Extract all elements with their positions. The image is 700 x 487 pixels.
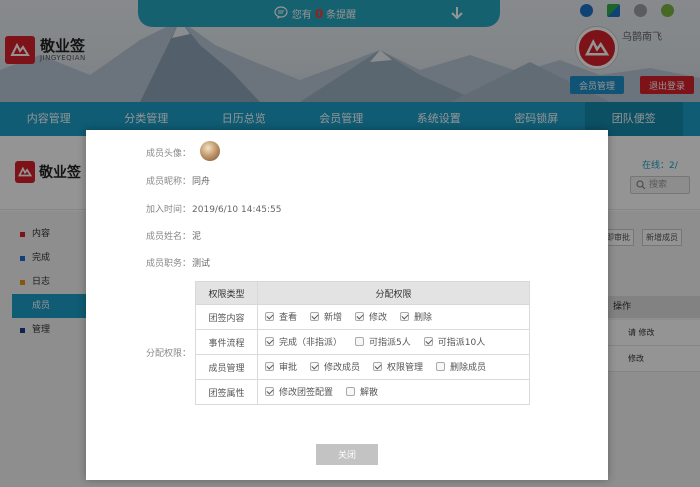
- permission-option-label: 审批: [279, 363, 298, 373]
- permission-option-label: 删除: [414, 313, 433, 323]
- checkbox-checked-icon[interactable]: [355, 312, 365, 321]
- member-detail-dialog: 成员头像： 成员昵称：同舟 加入时间：2019/6/10 14:45:55 成员…: [86, 130, 608, 480]
- permission-row: 成员管理 审批 修改成员 权限管理 删除成员: [195, 354, 530, 380]
- permission-option[interactable]: 修改成员: [310, 360, 360, 373]
- permission-row: 事件流程 完成（非指派） 可指派5人 可指派10人: [195, 329, 530, 355]
- checkbox-checked-icon[interactable]: [423, 337, 433, 346]
- permission-type: 事件流程: [195, 329, 258, 355]
- checkbox-checked-icon[interactable]: [310, 362, 320, 371]
- permission-option-label: 可指派5人: [369, 338, 411, 348]
- permission-option[interactable]: 完成（非指派）: [265, 335, 342, 348]
- join-time-value: 2019/6/10 14:45:55: [192, 205, 282, 215]
- permission-option[interactable]: 修改团签配置: [265, 385, 333, 398]
- field-name: 成员姓名：泥: [146, 232, 202, 242]
- permission-option[interactable]: 删除成员: [436, 360, 486, 373]
- member-avatar: [200, 141, 220, 161]
- permission-option-label: 修改: [369, 313, 388, 323]
- name-value: 泥: [192, 232, 202, 242]
- field-nickname: 成员昵称：同舟: [146, 177, 211, 187]
- permission-option-label: 可指派10人: [437, 338, 486, 348]
- checkbox-unchecked-icon[interactable]: [436, 362, 446, 371]
- permission-option-label: 完成（非指派）: [279, 338, 343, 348]
- close-button[interactable]: 关闭: [316, 444, 378, 465]
- assigned-permission-header: 分配权限: [257, 281, 530, 305]
- permission-option[interactable]: 可指派10人: [423, 335, 486, 348]
- permission-option[interactable]: 查看: [265, 310, 297, 323]
- permission-type-header: 权限类型: [195, 281, 258, 305]
- permission-row: 团签属性 修改团签配置 解散: [195, 379, 530, 405]
- permission-options: 完成（非指派） 可指派5人 可指派10人: [257, 329, 530, 355]
- permission-option-label: 查看: [279, 313, 298, 323]
- permission-option[interactable]: 新增: [310, 310, 342, 323]
- checkbox-checked-icon[interactable]: [265, 387, 274, 396]
- field-join-time: 加入时间：2019/6/10 14:45:55: [146, 205, 282, 215]
- permission-option[interactable]: 修改: [355, 310, 387, 323]
- permission-label: 分配权限：: [146, 349, 192, 359]
- permission-row: 团签内容 查看 新增 修改 删除: [195, 304, 530, 330]
- permission-options: 修改团签配置 解散: [257, 379, 530, 405]
- permission-option[interactable]: 可指派5人: [355, 335, 411, 348]
- permission-type: 团签内容: [195, 304, 258, 330]
- permission-option-label: 修改成员: [324, 363, 361, 373]
- permission-option-label: 修改团签配置: [279, 388, 334, 398]
- checkbox-checked-icon[interactable]: [373, 362, 383, 371]
- permission-type: 团签属性: [195, 379, 258, 405]
- permission-option[interactable]: 权限管理: [373, 360, 423, 373]
- checkbox-checked-icon[interactable]: [310, 312, 320, 321]
- permission-option-label: 新增: [324, 313, 343, 323]
- checkbox-checked-icon[interactable]: [265, 337, 274, 346]
- permission-option[interactable]: 审批: [265, 360, 297, 373]
- permission-option[interactable]: 解散: [346, 385, 378, 398]
- permission-option[interactable]: 删除: [400, 310, 432, 323]
- field-avatar: 成员头像：: [146, 149, 192, 159]
- permission-options: 查看 新增 修改 删除: [257, 304, 530, 330]
- nickname-value: 同舟: [192, 177, 211, 187]
- permission-option-label: 权限管理: [387, 363, 424, 373]
- position-value: 测试: [192, 259, 211, 269]
- permission-option-label: 解散: [360, 388, 379, 398]
- permission-type: 成员管理: [195, 354, 258, 380]
- field-position: 成员职务：测试: [146, 259, 211, 269]
- checkbox-unchecked-icon[interactable]: [346, 387, 356, 396]
- checkbox-unchecked-icon[interactable]: [355, 337, 365, 346]
- permission-options: 审批 修改成员 权限管理 删除成员: [257, 354, 530, 380]
- permission-table: 权限类型 分配权限 团签内容 查看 新增 修改 删除事件流程 完成（非指派） 可指派5人 可指…: [195, 281, 530, 405]
- checkbox-checked-icon[interactable]: [265, 362, 274, 371]
- checkbox-checked-icon[interactable]: [400, 312, 410, 321]
- permission-option-label: 删除成员: [450, 363, 487, 373]
- checkbox-checked-icon[interactable]: [265, 312, 274, 321]
